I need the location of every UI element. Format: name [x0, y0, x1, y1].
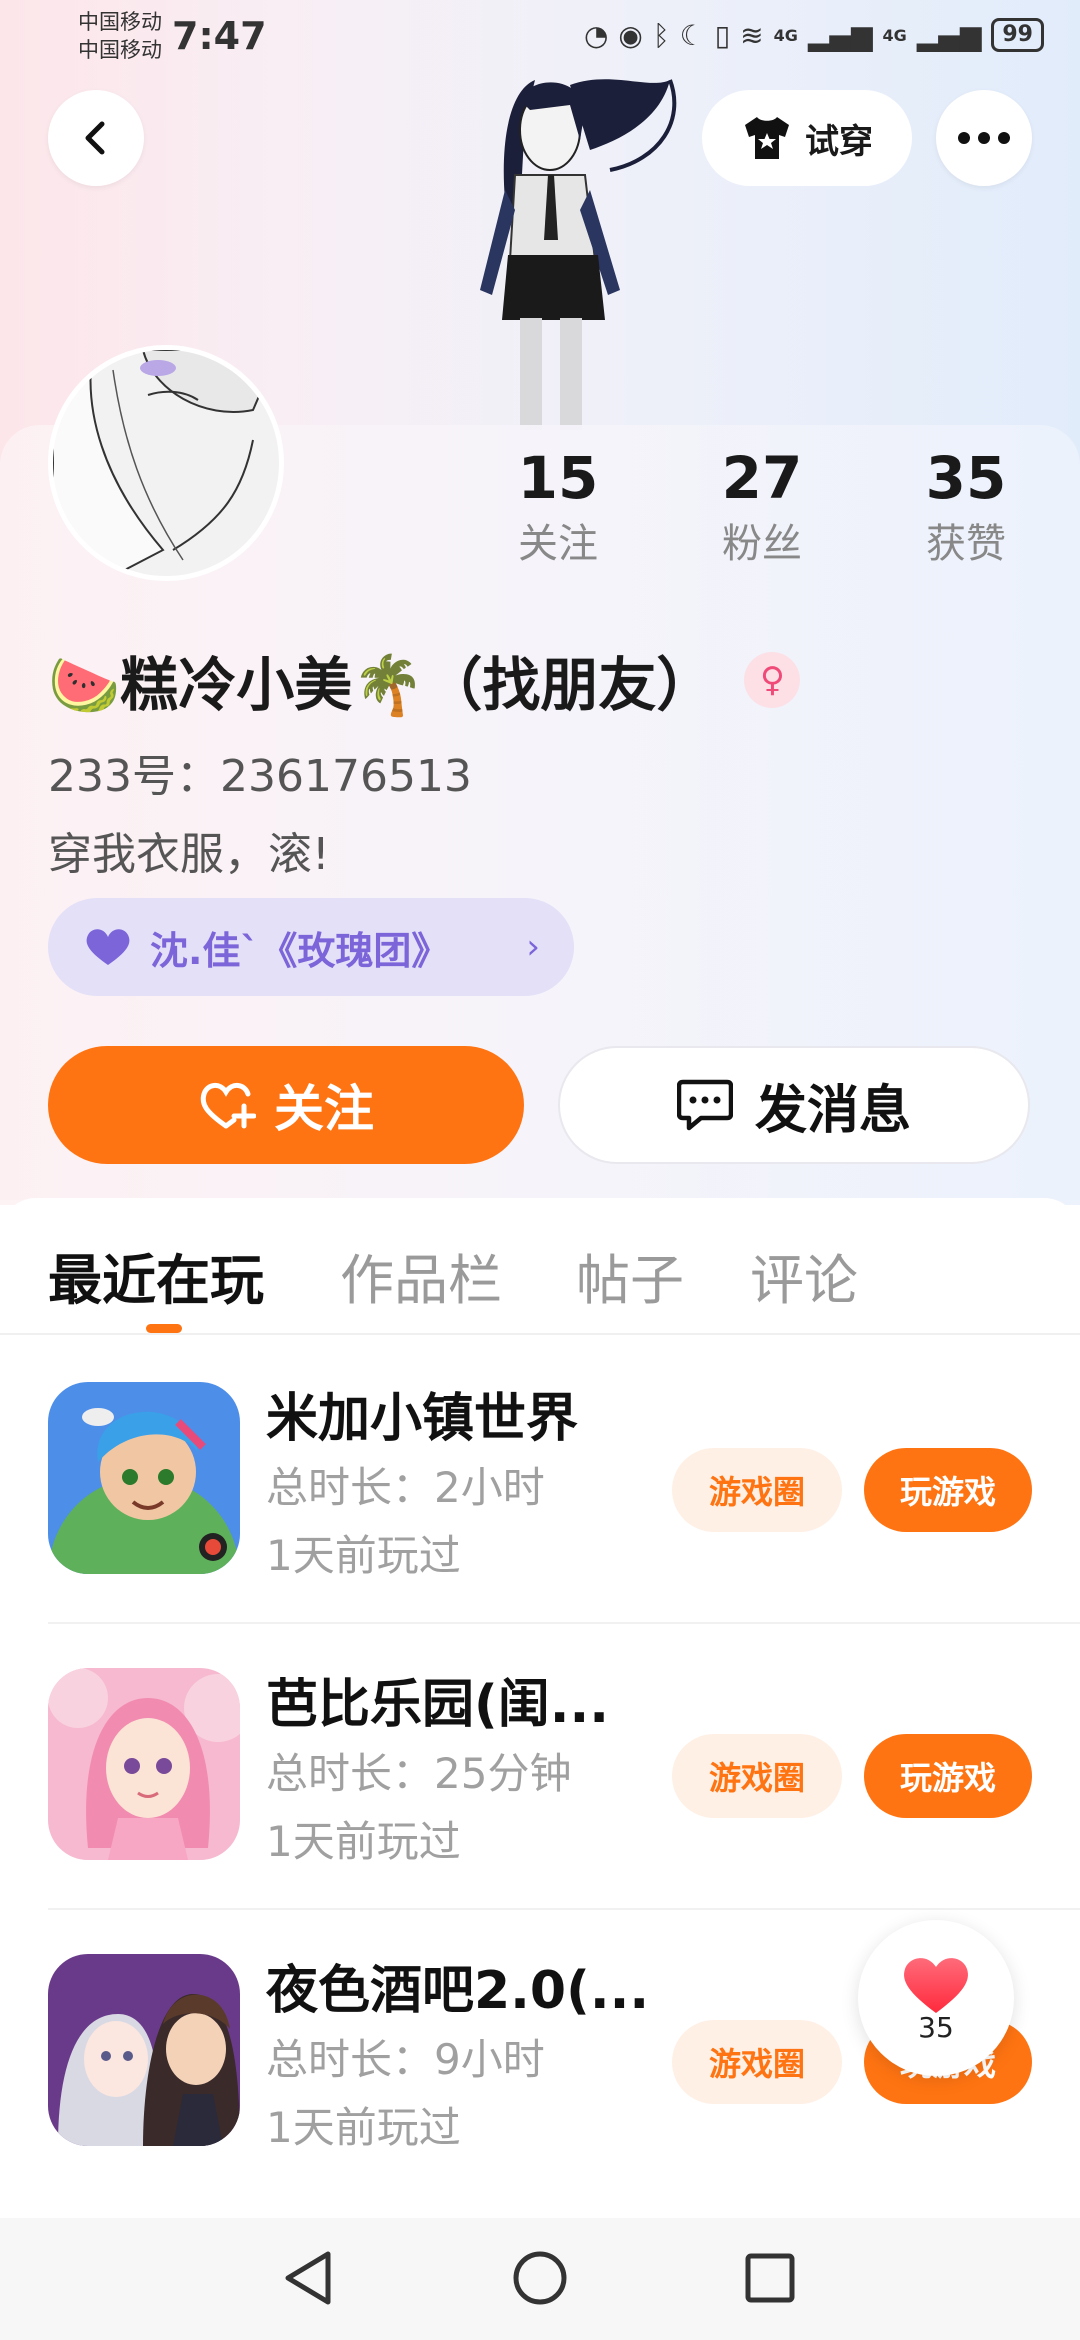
- circle-home-icon: [513, 2251, 567, 2305]
- nav-home-button[interactable]: [510, 2248, 570, 2308]
- clock: 7:47: [172, 14, 267, 58]
- system-nav-bar: [0, 2218, 1080, 2340]
- message-label: 发消息: [754, 1080, 911, 1141]
- chevron-left-icon: [85, 121, 105, 155]
- signal-1-icon: ▂▄▆: [807, 18, 873, 52]
- game-icon-night-bar: [48, 1954, 240, 2146]
- back-button[interactable]: [48, 90, 144, 186]
- more-options-button[interactable]: [936, 90, 1032, 186]
- game-list-item[interactable]: 芭比乐园(闺... 总时长：25分钟 1天前玩过 游戏圈 玩游戏: [48, 1622, 1080, 1910]
- network-2-label: 4G: [882, 25, 907, 45]
- try-on-button[interactable]: 试穿: [702, 90, 912, 186]
- nav-recents-button[interactable]: [740, 2248, 800, 2308]
- like-button[interactable]: 35: [858, 1920, 1014, 2076]
- heart-icon: [904, 1957, 968, 2013]
- game-duration: 总时长：2小时: [266, 1463, 545, 1512]
- likes-label: 获赞: [926, 521, 1006, 567]
- game-circle-button[interactable]: 游戏圈: [672, 2020, 842, 2104]
- game-list-item[interactable]: 米加小镇世界 总时长：2小时 1天前玩过 游戏圈 玩游戏: [48, 1336, 1080, 1624]
- vibrate-icon: ▯: [714, 18, 731, 52]
- followers-count: 27: [721, 444, 803, 512]
- tab-works[interactable]: 作品栏: [340, 1236, 502, 1315]
- chat-bubble-icon: [676, 1079, 733, 1131]
- profile-stats: 15 关注 27 粉丝 35 获赞: [0, 440, 1080, 590]
- eye-icon: ◉: [618, 18, 643, 52]
- stat-following[interactable]: 15 关注: [478, 440, 638, 572]
- game-circle-button[interactable]: 游戏圈: [672, 1734, 842, 1818]
- message-button[interactable]: 发消息: [558, 1046, 1030, 1164]
- tab-posts[interactable]: 帖子: [576, 1236, 684, 1315]
- username: 🍉糕冷小美🌴（找朋友）: [48, 651, 715, 719]
- female-icon: ♀: [744, 652, 801, 708]
- tab-comments[interactable]: 评论: [750, 1236, 858, 1315]
- nav-back-button[interactable]: [278, 2248, 338, 2308]
- more-dots-icon: [958, 132, 1010, 144]
- bluetooth-icon: ᛒ: [652, 18, 670, 52]
- stat-followers[interactable]: 27 粉丝: [682, 440, 842, 572]
- battery-icon: 99: [991, 18, 1044, 52]
- stat-likes[interactable]: 35 获赞: [886, 440, 1046, 572]
- status-icons: ◔ ◉ ᛒ ☾ ▯ ≋ 4G ▂▄▆ 4G ▂▄▆ 99: [584, 18, 1044, 52]
- followers-label: 粉丝: [722, 521, 802, 567]
- square-recents-icon: [745, 2253, 795, 2303]
- user-id[interactable]: 233号：236176513: [48, 740, 472, 804]
- tshirt-icon: [745, 117, 789, 159]
- game-last-played: 1天前玩过: [266, 2103, 461, 2152]
- follow-label: 关注: [274, 1080, 374, 1138]
- signal-2-icon: ▂▄▆: [916, 18, 982, 52]
- triangle-back-icon: [285, 2251, 331, 2305]
- tab-active-indicator: [146, 1324, 182, 1333]
- game-last-played: 1天前玩过: [266, 1817, 461, 1866]
- wifi-icon: ≋: [740, 18, 764, 52]
- speed-icon: ◔: [583, 18, 609, 52]
- bio: 穿我衣服，滚!: [48, 829, 330, 880]
- carrier-2: 中国移动: [78, 38, 162, 62]
- like-count: 35: [918, 2010, 954, 2044]
- moon-icon: ☾: [679, 18, 705, 52]
- follow-button[interactable]: 关注: [48, 1046, 524, 1164]
- game-name: 夜色酒吧2.0(...: [266, 1961, 650, 2021]
- game-last-played: 1天前玩过: [266, 1531, 461, 1580]
- following-count: 15: [517, 444, 599, 512]
- play-game-button[interactable]: 玩游戏: [864, 1448, 1032, 1532]
- game-icon-barbie-park: [48, 1668, 240, 1860]
- likes-count: 35: [925, 444, 1007, 512]
- carrier-labels: 中国移动 中国移动: [78, 8, 162, 64]
- game-name: 米加小镇世界: [266, 1389, 579, 1449]
- play-game-button[interactable]: 玩游戏: [864, 1734, 1032, 1818]
- tab-bar: 最近在玩 作品栏 帖子 评论: [0, 1198, 1080, 1335]
- group-name: 沈.佳`《玫瑰团》: [150, 928, 450, 973]
- network-1-label: 4G: [773, 25, 798, 45]
- heart-icon: [86, 929, 130, 965]
- try-on-label: 试穿: [805, 121, 873, 162]
- chevron-right-icon: ›: [526, 927, 540, 967]
- game-icon-miga-town: [48, 1382, 240, 1574]
- carrier-1: 中国移动: [78, 10, 162, 34]
- game-duration: 总时长：9小时: [266, 2035, 545, 2084]
- tab-recently-played[interactable]: 最近在玩: [48, 1236, 264, 1315]
- game-name: 芭比乐园(闺...: [266, 1675, 610, 1735]
- username-row: 🍉糕冷小美🌴（找朋友） ♀: [48, 638, 801, 722]
- heart-plus-icon: [200, 1083, 256, 1129]
- following-label: 关注: [518, 521, 598, 567]
- group-chip[interactable]: 沈.佳`《玫瑰团》 ›: [48, 898, 574, 996]
- game-duration: 总时长：25分钟: [266, 1749, 572, 1798]
- character-3d-avatar[interactable]: [420, 60, 690, 430]
- game-circle-button[interactable]: 游戏圈: [672, 1448, 842, 1532]
